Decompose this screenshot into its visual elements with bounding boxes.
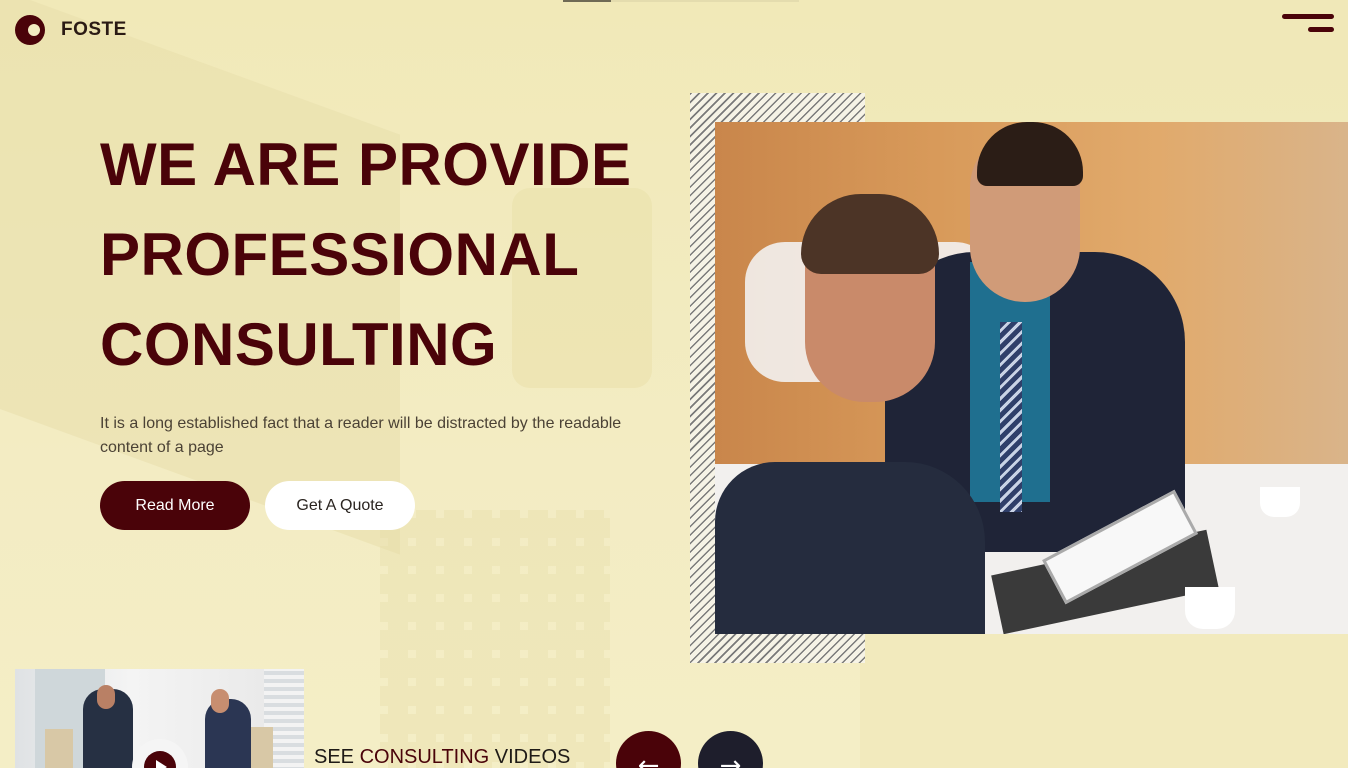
logo[interactable]: FOSTE	[15, 15, 127, 45]
hero-title: WE ARE PROVIDE PROFESSIONAL CONSULTING	[100, 120, 680, 390]
slide-indicator-active	[563, 0, 611, 2]
hero-title-line-1: WE ARE PROVIDE	[100, 131, 632, 198]
read-more-button[interactable]: Read More	[100, 481, 250, 530]
video-label: SEE CONSULTING VIDEOS	[314, 746, 570, 768]
video-label-suffix: VIDEOS	[489, 746, 571, 768]
video-label-accent: CONSULTING	[359, 746, 490, 768]
logo-icon	[15, 15, 51, 45]
hero-image-consultants	[715, 122, 1348, 634]
hamburger-menu-icon[interactable]	[1282, 14, 1334, 34]
get-a-quote-button[interactable]: Get A Quote	[265, 481, 415, 530]
hero-title-line-3: CONSULTING	[100, 311, 498, 378]
video-thumbnail[interactable]	[15, 669, 304, 768]
video-label-prefix: SEE	[314, 746, 360, 768]
hero-description: It is a long established fact that a rea…	[100, 415, 622, 456]
hero-title-line-2: PROFESSIONAL	[100, 221, 580, 288]
slide-indicator-track	[611, 0, 799, 2]
brand-name: FOSTE	[61, 19, 127, 40]
play-icon[interactable]	[132, 739, 188, 768]
